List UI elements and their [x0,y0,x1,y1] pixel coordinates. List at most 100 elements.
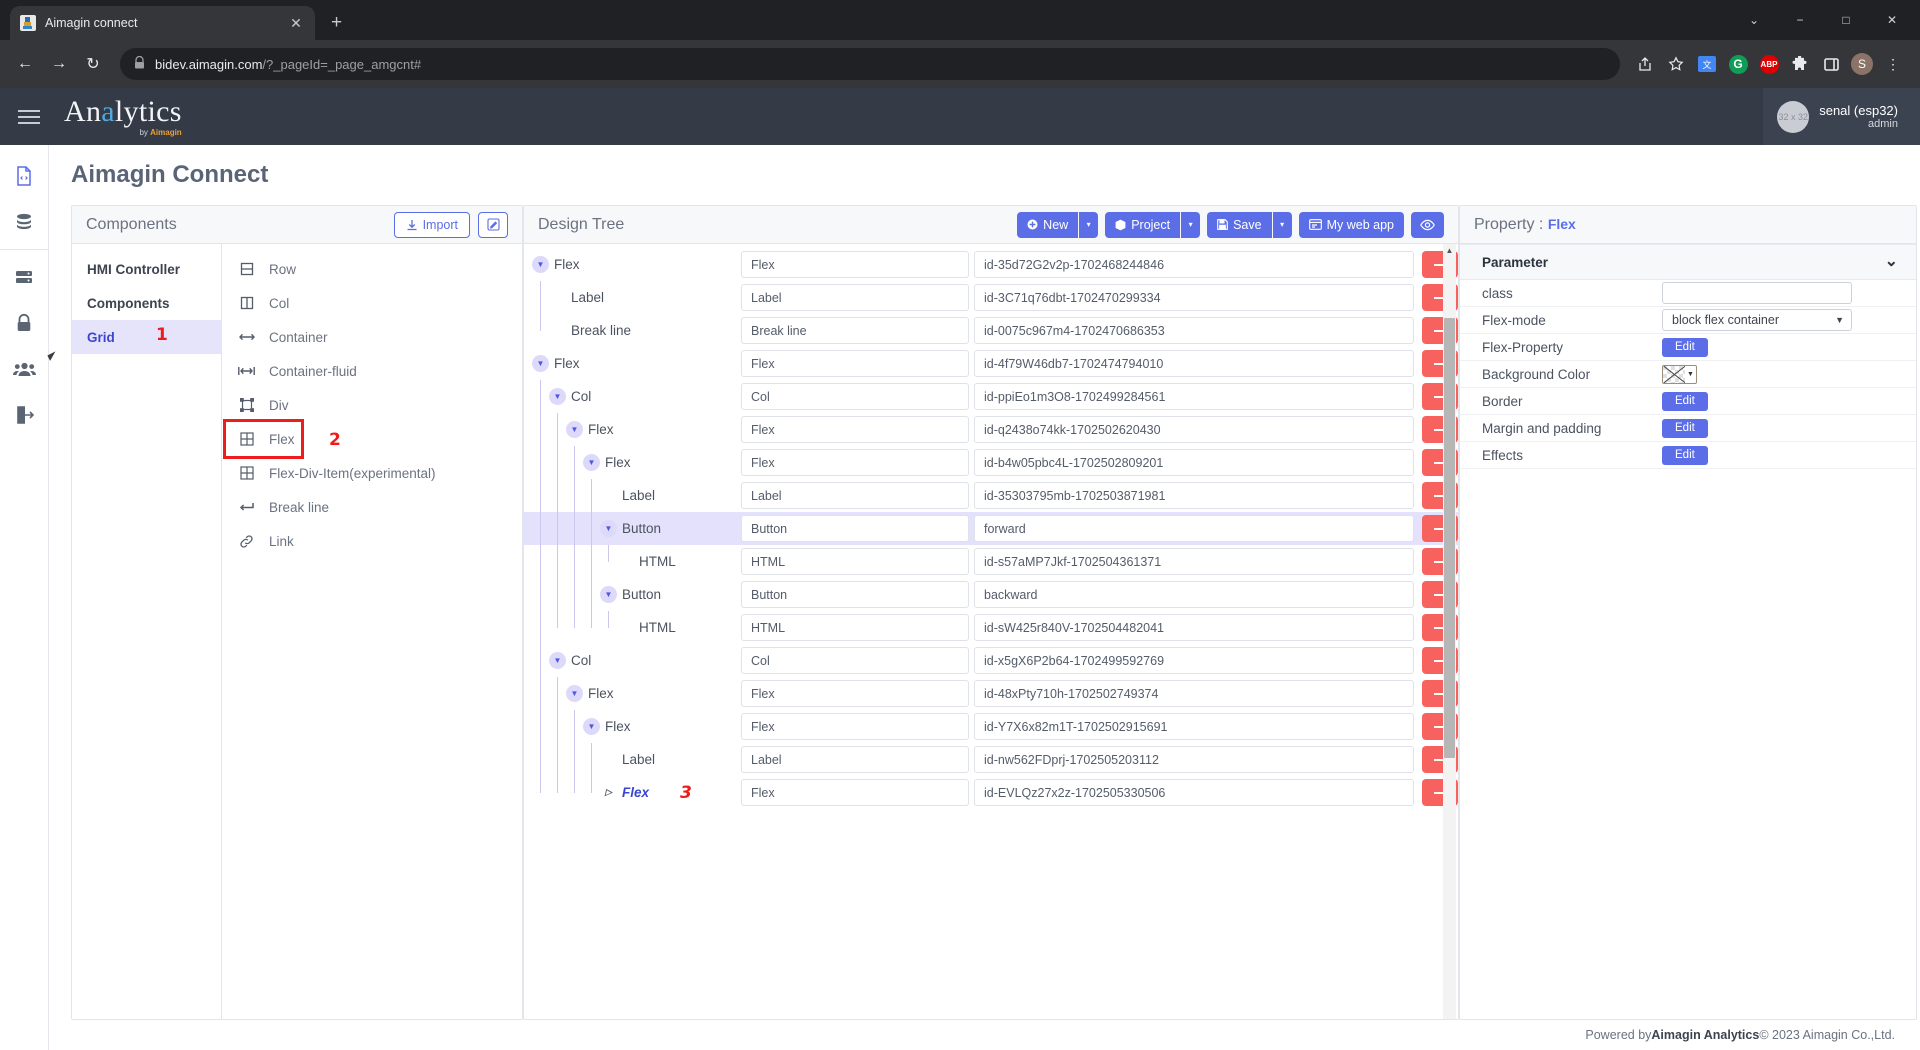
caret-down-icon[interactable]: ▼ [600,586,617,603]
component-item-flex[interactable]: Flex [223,419,304,459]
tree-row-id-input[interactable]: id-nw562FDprj-1702505203112 [974,746,1414,773]
tree-node[interactable]: ▼ Flex [583,454,631,471]
caret-down-icon[interactable]: ▼ [549,652,566,669]
tree-node[interactable]: ▼ Flex [566,685,614,702]
edit-button[interactable]: Edit [1662,391,1708,411]
edit-button[interactable]: Edit [1662,337,1708,357]
tree-row-id-input[interactable]: backward [974,581,1414,608]
tree-row-id-input[interactable]: id-3C71q76dbt-1702470299334 [974,284,1414,311]
new-button[interactable]: New [1017,211,1079,238]
tree-row[interactable]: ▼ Col Col id-x5gX6P2b64-1702499592769 [524,644,1458,677]
window-close-button[interactable]: ✕ [1870,6,1914,34]
hamburger-icon[interactable] [18,109,40,124]
tree-row[interactable]: Break line Break line id-0075c967m4-170247… [524,314,1458,347]
tree-row-id-input[interactable]: id-b4w05pbc4L-1702502809201 [974,449,1414,476]
window-expand-button[interactable]: ⌄ [1732,6,1776,34]
tree-row-name-input[interactable]: Flex [741,779,969,806]
browser-tab[interactable]: Aimagin connect ✕ [10,6,315,40]
window-minimize-button[interactable]: − [1778,6,1822,34]
tree-row-name-input[interactable]: Flex [741,680,969,707]
tree-row-id-input[interactable]: forward [974,515,1414,542]
sidepanel-icon[interactable] [1818,51,1844,77]
tree-node[interactable]: ▷ Flex 3 [600,783,692,803]
tree-row-name-input[interactable]: Col [741,383,969,410]
tree-node[interactable]: ▼ Flex [532,355,580,372]
tree-row-name-input[interactable]: Break line [741,317,969,344]
tree-row-id-input[interactable]: id-s57aMP7Jkf-1702504361371 [974,548,1414,575]
tree-node[interactable]: Label [549,289,604,306]
scroll-up-arrow[interactable]: ▲ [1443,244,1456,257]
project-button[interactable]: Project [1105,211,1181,238]
design-tree-scrollbar[interactable]: ▲ [1443,244,1456,1019]
scrollbar-thumb[interactable] [1444,318,1455,758]
tree-row-id-input[interactable]: id-35303795mb-1702503871981 [974,482,1414,509]
sidebar-item-lock[interactable] [0,300,48,346]
tree-node[interactable]: Break line [549,322,631,339]
address-bar[interactable]: bidev.aimagin.com/?_pageId=_page_amgcnt# [120,48,1620,80]
tree-row-id-input[interactable]: id-4f79W46db7-1702474794010 [974,350,1414,377]
flex-mode-select[interactable]: block flex container ▼ [1662,309,1852,331]
extensions-icon[interactable] [1787,51,1813,77]
chevron-down-icon[interactable]: ▼ [1685,371,1696,378]
tree-row-id-input[interactable]: id-sW425r840V-1702504482041 [974,614,1414,641]
background-color-picker[interactable]: ▼ [1662,364,1697,384]
tree-row-name-input[interactable]: Button [741,515,969,542]
tree-row-name-input[interactable]: HTML [741,614,969,641]
my-web-app-button[interactable]: My web app [1298,211,1404,238]
caret-down-icon[interactable]: ▼ [566,421,583,438]
reload-icon[interactable]: ↻ [78,49,108,79]
component-item-break-line[interactable]: Break line [222,490,522,524]
tree-row-name-input[interactable]: Col [741,647,969,674]
sidebar-item-database[interactable] [0,199,48,245]
tree-row-name-input[interactable]: Flex [741,416,969,443]
save-button[interactable]: Save [1207,211,1272,238]
sidebar-item-code-file[interactable] [0,153,48,199]
tree-row[interactable]: Label Label id-nw562FDprj-1702505203112 [524,743,1458,776]
tree-row-id-input[interactable]: id-35d72G2v2p-1702468244846 [974,251,1414,278]
category-components[interactable]: Components [72,286,221,320]
tree-row[interactable]: Label Label id-3C71q76dbt-1702470299334 [524,281,1458,314]
star-icon[interactable] [1663,51,1689,77]
tree-row-id-input[interactable]: id-0075c967m4-1702470686353 [974,317,1414,344]
tree-row[interactable]: HTML HTML id-s57aMP7Jkf-1702504361371 [524,545,1458,578]
tree-row-name-input[interactable]: Label [741,284,969,311]
tree-row-name-input[interactable]: Flex [741,713,969,740]
tree-node[interactable]: ▼ Flex [566,421,614,438]
tab-close-icon[interactable]: ✕ [287,15,305,32]
tree-row-name-input[interactable]: Label [741,746,969,773]
caret-down-icon[interactable]: ▼ [532,256,549,273]
share-icon[interactable] [1632,51,1658,77]
tree-row[interactable]: ▼ Flex Flex id-4f79W46db7-1702474794010 [524,347,1458,380]
tree-row[interactable]: ▼ Flex Flex id-48xPty710h-1702502749374 [524,677,1458,710]
translate-icon[interactable]: 文 [1694,51,1720,77]
tree-row[interactable]: ▼ Button Button forward [524,512,1458,545]
tree-row-name-input[interactable]: Label [741,482,969,509]
save-button-caret[interactable]: ▾ [1272,211,1292,238]
category-hmi-controller[interactable]: HMI Controller [72,252,221,286]
tree-node[interactable]: ▼ Button [600,586,661,603]
tree-row[interactable]: ▼ Flex Flex id-b4w05pbc4L-1702502809201 [524,446,1458,479]
tree-row[interactable]: ▼ Flex Flex id-q2438o74kk-1702502620430 [524,413,1458,446]
tree-row[interactable]: ▼ Flex Flex id-35d72G2v2p-1702468244846 [524,248,1458,281]
class-input[interactable] [1662,282,1852,304]
parameter-section-header[interactable]: Parameter ⌄ [1460,244,1916,280]
adblock-icon[interactable]: ABP [1756,51,1782,77]
import-button[interactable]: Import [393,211,470,238]
component-item-flex-div-item[interactable]: Flex-Div-Item(experimental) [222,456,522,490]
tree-row[interactable]: ▼ Flex Flex id-Y7X6x82m1T-1702502915691 [524,710,1458,743]
tree-row-id-input[interactable]: id-Y7X6x82m1T-1702502915691 [974,713,1414,740]
tree-row-id-input[interactable]: id-EVLQz27x2z-1702505330506 [974,779,1414,806]
grammarly-icon[interactable]: G [1725,51,1751,77]
tree-node[interactable]: ▼ Button [600,520,661,537]
sidebar-item-users[interactable] [0,346,48,392]
caret-down-icon[interactable]: ▼ [583,454,600,471]
window-maximize-button[interactable]: □ [1824,6,1868,34]
component-item-div[interactable]: Div [222,388,522,422]
caret-down-icon[interactable]: ▼ [532,355,549,372]
tree-row[interactable]: Label Label id-35303795mb-1702503871981 [524,479,1458,512]
caret-down-icon[interactable]: ▼ [600,520,617,537]
new-tab-button[interactable]: + [331,12,342,34]
tree-row-name-input[interactable]: Button [741,581,969,608]
tree-node[interactable]: HTML [617,619,676,636]
tree-row[interactable]: ▷ Flex 3 Flex id-EVLQz27x2z-1702505330506 [524,776,1458,809]
